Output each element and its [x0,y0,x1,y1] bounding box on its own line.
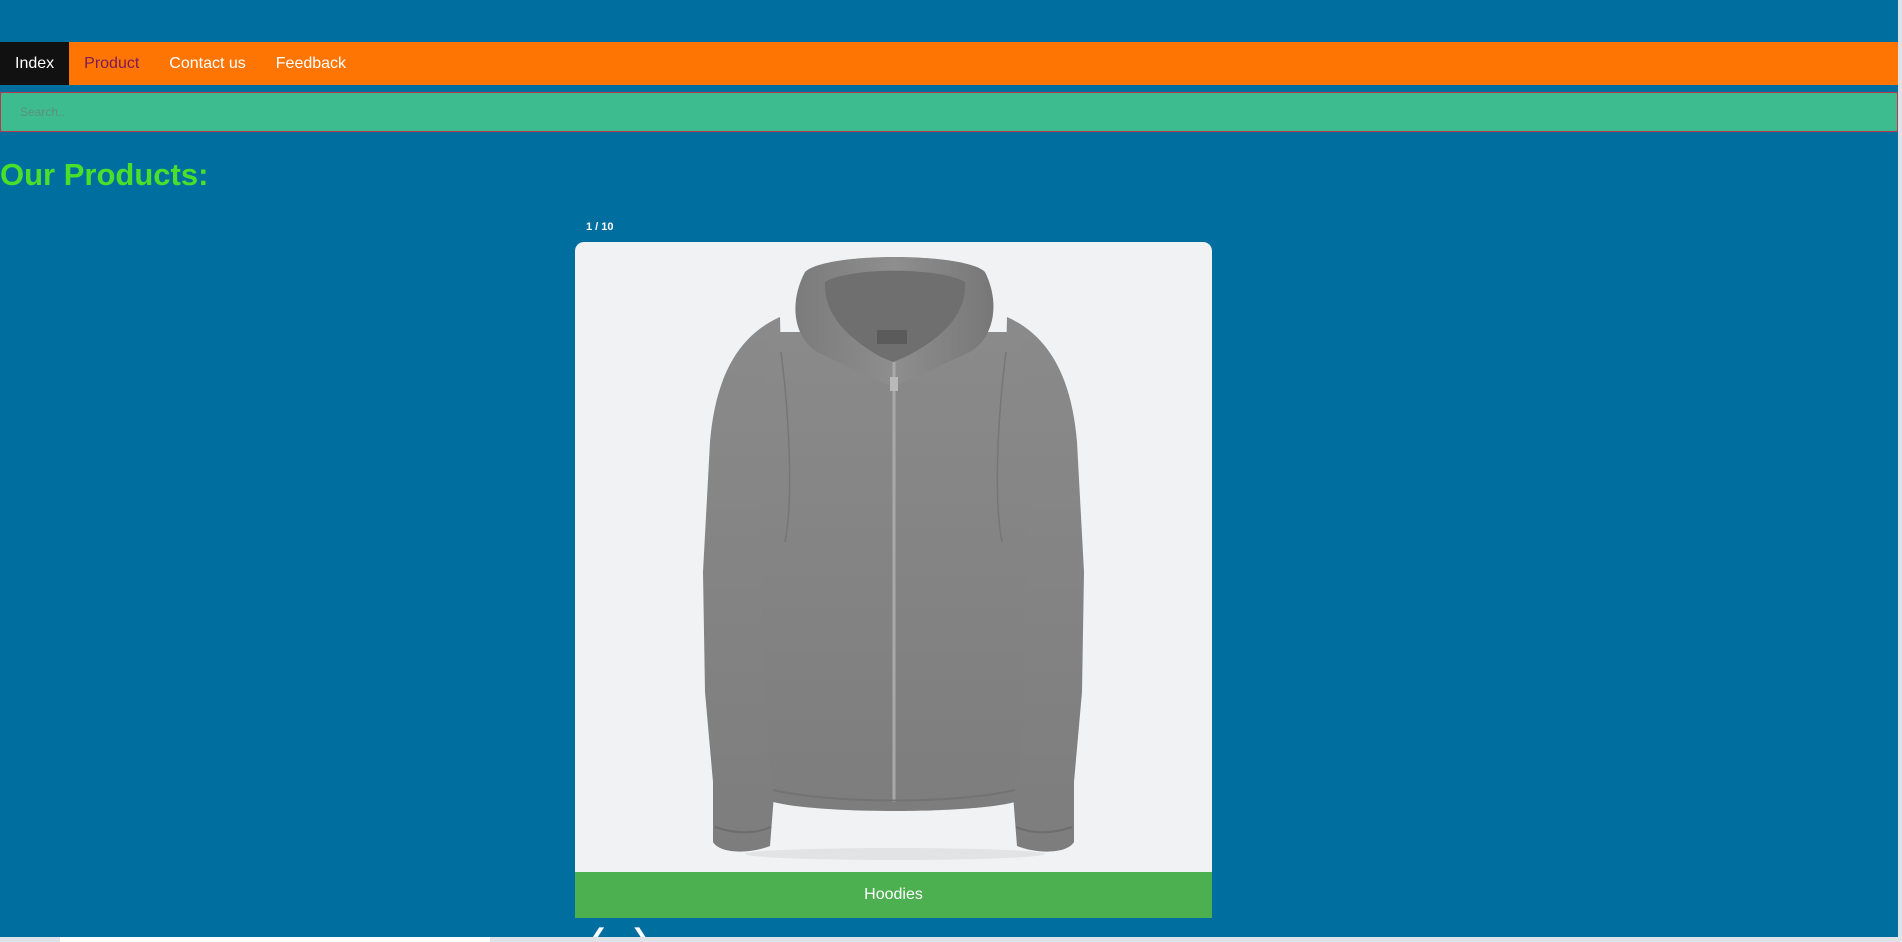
nav-item-index[interactable]: Index [0,42,70,85]
search-input[interactable] [0,92,1898,132]
slide-image [575,242,1212,872]
page: Index Product Contact us Feedback Our Pr… [0,0,1902,942]
gray-zip-hoodie-image [703,257,1084,860]
horizontal-scrollbar-thumb[interactable] [60,937,490,942]
slide-counter: 1 / 10 [586,221,614,233]
page-title: Our Products: [0,157,209,192]
nav-item-product[interactable]: Product [69,42,154,85]
slide-caption: Hoodies [575,872,1212,918]
top-navbar: Index Product Contact us Feedback [0,42,1898,85]
vertical-scrollbar[interactable] [1898,0,1902,942]
nav-item-contact-us[interactable]: Contact us [154,42,260,85]
nav-item-feedback[interactable]: Feedback [261,42,361,85]
